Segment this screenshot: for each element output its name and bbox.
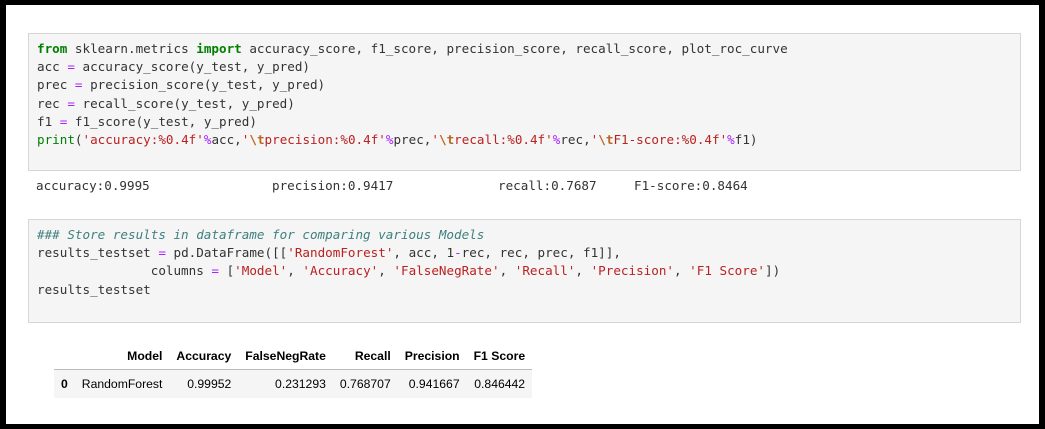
code-text: ]) <box>764 263 781 279</box>
code-text: pd.DataFrame([[ <box>165 245 288 261</box>
cell-f1-score: 0.846442 <box>474 377 526 391</box>
code-string: 'Accuracy' <box>302 263 379 279</box>
output-f1: F1-score:0.8464 <box>634 178 748 193</box>
code-operator: = <box>67 95 75 111</box>
code-escape: \t <box>438 132 455 148</box>
notebook-frame: from sklearn.metrics import accuracy_sco… <box>6 5 1039 424</box>
code-text: f1_score(y_test, y_pred) <box>67 113 257 129</box>
column-header-accuracy: Accuracy <box>169 343 239 370</box>
code-string: 'Model' <box>234 263 288 279</box>
column-header-precision: Precision <box>397 343 467 370</box>
code-operator: = <box>211 263 219 279</box>
code-escape: \t <box>249 132 265 148</box>
code-cell-metrics[interactable]: from sklearn.metrics import accuracy_sco… <box>28 33 1021 171</box>
code-text: , acc, 1 <box>393 245 455 261</box>
code-text: prec, <box>393 132 432 148</box>
code-text: columns <box>37 263 212 279</box>
code-text: acc <box>37 59 68 75</box>
code-text: acc, <box>211 132 242 148</box>
cell-falsenegrate: 0.231293 <box>275 377 326 391</box>
code-text: ( <box>74 132 83 148</box>
code-text: sklearn.metrics <box>67 41 197 56</box>
code-string: precision:%0.4f' <box>264 132 386 148</box>
code-text: , <box>575 263 591 279</box>
code-text: accuracy_score, f1_score, precision_scor… <box>241 41 788 56</box>
code-builtin: print <box>37 132 75 148</box>
code-text: , <box>287 263 303 279</box>
code-cell-dataframe[interactable]: ### Store results in dataframe for compa… <box>28 219 1021 323</box>
column-header-falsenegrate: FalseNegRate <box>238 343 333 370</box>
code-escape: \t <box>598 132 614 148</box>
output-precision: precision:0.9417 <box>272 178 394 193</box>
code-string: F1-score:%0.4f' <box>613 132 728 148</box>
cell-precision: 0.941667 <box>408 377 460 391</box>
column-header-recall: Recall <box>332 343 398 370</box>
code-keyword: from <box>37 41 68 56</box>
code-text: , <box>673 263 690 279</box>
cell-accuracy: 0.99952 <box>187 377 232 391</box>
code-keyword: import <box>196 41 242 56</box>
column-header-model: Model <box>74 343 170 370</box>
output-accuracy: accuracy:0.9995 <box>36 178 150 193</box>
code-string: 'FalseNegRate' <box>393 263 500 279</box>
code-text: rec, <box>560 132 591 148</box>
code-string: 'Precision' <box>590 263 674 279</box>
code-text: recall_score(y_test, y_pred) <box>74 95 295 111</box>
code-string: 'RandomForest' <box>287 245 394 261</box>
code-operator: = <box>158 245 166 261</box>
code-operator: = <box>74 77 83 93</box>
table-row: 0 RandomForest 0.99952 0.231293 0.768707… <box>54 369 533 398</box>
cell-output-metrics: accuracy:0.9995 precision:0.9417 recall:0.… <box>36 177 1019 195</box>
code-text: f1) <box>734 132 758 148</box>
code-text: [ <box>218 263 235 279</box>
dataframe-index-header <box>54 343 75 370</box>
code-text: results_testset <box>37 245 159 261</box>
code-text: f1 <box>37 113 60 129</box>
cell-model: RandomForest <box>81 377 163 391</box>
code-operator: - <box>454 245 462 261</box>
dataframe-header-row: Model Accuracy FalseNegRate Recall Preci… <box>54 343 533 370</box>
cell-recall: 0.768707 <box>339 377 391 391</box>
code-string: 'Recall' <box>514 263 576 279</box>
code-operator: % <box>727 132 735 148</box>
code-text: results_testset <box>37 281 151 297</box>
code-text: rec <box>37 95 68 111</box>
code-string: 'accuracy:%0.4f' <box>82 132 204 148</box>
code-text: rec, rec, prec, f1]], <box>461 245 621 261</box>
code-comment: ### Store results in dataframe for compa… <box>37 227 485 242</box>
code-string: ' <box>431 132 439 148</box>
output-recall: recall:0.7687 <box>498 178 597 193</box>
code-string: recall:%0.4f' <box>454 132 553 148</box>
results-dataframe: Model Accuracy FalseNegRate Recall Preci… <box>54 343 533 398</box>
code-text: precision_score(y_test, y_pred) <box>82 77 326 93</box>
code-text: accuracy_score(y_test, y_pred) <box>74 59 310 75</box>
code-operator: = <box>67 59 75 75</box>
code-string: 'F1 Score' <box>689 263 765 279</box>
code-text: , <box>378 263 394 279</box>
code-text: , <box>499 263 515 279</box>
code-text: prec <box>37 77 75 93</box>
column-header-f1-score: F1 Score <box>466 343 533 370</box>
row-index: 0 <box>61 377 68 391</box>
